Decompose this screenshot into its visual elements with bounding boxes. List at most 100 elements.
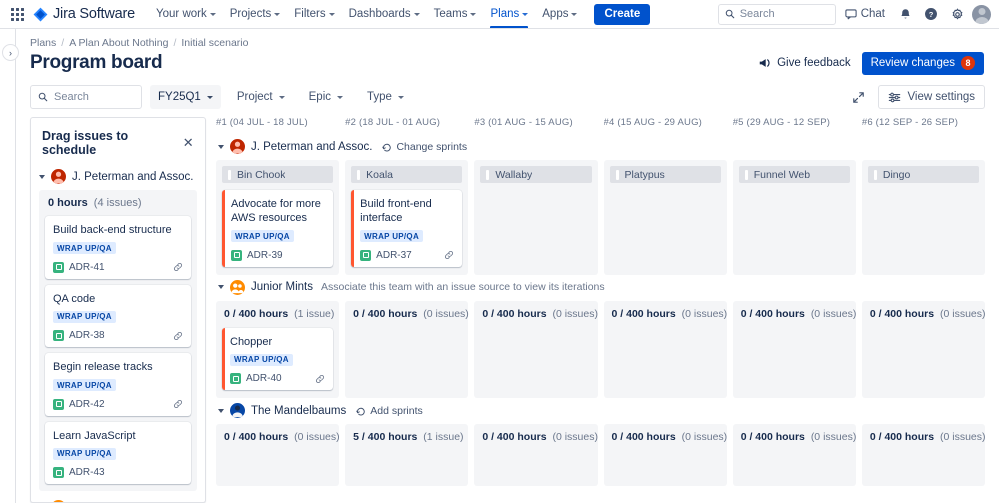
lane-column[interactable]: 5 / 400 hours (1 issue) — [345, 424, 469, 486]
link-icon[interactable] — [444, 250, 454, 260]
chat-icon — [845, 9, 857, 20]
user-avatar[interactable] — [972, 4, 991, 24]
sprint-pill[interactable]: Funnel Web — [738, 166, 850, 183]
chevron-down-icon — [413, 13, 420, 16]
program-board: #1 (04 JUL - 18 JUL) #2 (18 JUL - 01 AUG… — [206, 117, 985, 503]
page-title: Program board — [30, 52, 163, 73]
link-icon[interactable] — [315, 374, 325, 384]
sprint-pill[interactable]: Koala — [351, 166, 463, 183]
sidebar-expand-button[interactable]: › — [2, 44, 19, 61]
nav-apps[interactable]: Apps — [535, 0, 584, 28]
breadcrumb-plan-name[interactable]: A Plan About Nothing — [69, 37, 168, 49]
column-capacity: 0 / 400 hours (0 issues) — [868, 430, 985, 451]
issue-card[interactable]: Advocate for more AWS resources WRAP UP/… — [222, 190, 334, 267]
filter-project[interactable]: Project — [229, 85, 293, 109]
lane-column[interactable]: 0 / 400 hours (0 issues) — [216, 424, 340, 486]
create-button[interactable]: Create — [594, 3, 651, 25]
sprint-name: Koala — [366, 168, 394, 181]
issue-label-chip: WRAP UP/QA — [360, 230, 424, 242]
lane-column[interactable]: 0 / 400 hours (1 issue) Chopper WRAP UP/… — [216, 300, 340, 398]
lane-column[interactable]: 0 / 400 hours (0 issues) — [345, 300, 469, 398]
review-changes-button[interactable]: Review changes 8 — [861, 51, 984, 75]
lane-column[interactable]: 0 / 400 hours (0 issues) — [861, 424, 985, 486]
list-item[interactable]: Learn JavaScript WRAP UP/QA ADR-43 — [45, 421, 191, 484]
chevron-down-icon[interactable] — [218, 144, 224, 149]
give-feedback-button[interactable]: Give feedback — [758, 56, 851, 70]
link-icon[interactable] — [173, 399, 183, 409]
change-sprints-button[interactable]: Change sprints — [382, 141, 467, 153]
list-item[interactable]: Begin release tracks WRAP UP/QA ADR-42 — [45, 353, 191, 416]
link-icon[interactable] — [173, 331, 183, 341]
chevron-down-icon — [470, 13, 477, 16]
settings-gear-icon[interactable] — [946, 3, 968, 25]
help-icon[interactable]: ? — [920, 3, 942, 25]
breadcrumb-plans[interactable]: Plans — [30, 37, 56, 49]
chat-button[interactable]: Chat — [840, 8, 890, 20]
nav-dashboards[interactable]: Dashboards — [342, 0, 427, 28]
lane-column[interactable]: 0 / 400 hours (0 issues) — [603, 424, 727, 486]
filter-type[interactable]: Type — [359, 85, 412, 109]
jira-brand-logo[interactable]: Jira Software — [33, 6, 135, 22]
drag-panel-list[interactable]: J. Peterman and Assoc. 0 hours (4 issues… — [31, 165, 205, 502]
sprint-color-bar — [357, 169, 361, 180]
drag-panel-team-junior-mints[interactable]: Junior Mints — [31, 491, 205, 502]
chevron-down-icon — [209, 13, 216, 16]
issue-card[interactable]: Build front-end interface WRAP UP/QA ADR… — [351, 190, 463, 267]
fullscreen-icon[interactable] — [847, 86, 869, 108]
lane-column[interactable]: 0 / 400 hours (0 issues) — [732, 300, 856, 398]
chevron-down-icon[interactable] — [218, 408, 224, 413]
sprint-name: Bin Chook — [237, 168, 286, 181]
chevron-down-icon[interactable] — [39, 174, 45, 179]
lane-column[interactable]: 0 / 400 hours (0 issues) — [861, 300, 985, 398]
lane-column[interactable]: Bin Chook Advocate for more AWS resource… — [216, 160, 340, 275]
lane-column[interactable]: Platypus — [603, 160, 727, 275]
nav-your-work[interactable]: Your work — [149, 0, 223, 28]
nav-filters[interactable]: Filters — [287, 0, 341, 28]
issue-card[interactable]: Chopper WRAP UP/QA ADR-40 — [222, 327, 334, 390]
board-search-input[interactable]: Search — [30, 85, 142, 109]
link-icon[interactable] — [173, 262, 183, 272]
lane-column[interactable]: 0 / 400 hours (0 issues) — [732, 424, 856, 486]
list-item[interactable]: QA code WRAP UP/QA ADR-38 — [45, 284, 191, 347]
list-item[interactable]: Build back-end structure WRAP UP/QA ADR-… — [45, 216, 191, 279]
capacity-hours: 0 / 400 hours — [224, 307, 289, 320]
add-sprints-button[interactable]: Add sprints — [356, 405, 423, 417]
sprint-pill[interactable]: Bin Chook — [222, 166, 334, 183]
sprint-pill[interactable]: Platypus — [609, 166, 721, 183]
lane-column[interactable]: Koala Build front-end interface WRAP UP/… — [345, 160, 469, 275]
sprint-pill[interactable]: Dingo — [867, 166, 980, 183]
group-issue-count: (4 issues) — [93, 197, 142, 209]
lane-column[interactable]: Funnel Web — [732, 160, 856, 275]
lane-column[interactable]: 0 / 400 hours (0 issues) — [603, 300, 727, 398]
chevron-down-icon[interactable] — [218, 285, 224, 289]
column-capacity: 0 / 400 hours (1 issue) — [222, 307, 334, 328]
nav-teams[interactable]: Teams — [427, 0, 484, 28]
team-name: J. Peterman and Assoc. — [251, 140, 373, 153]
global-search-input[interactable]: Search — [717, 3, 836, 25]
filter-timeframe[interactable]: FY25Q1 — [150, 85, 221, 109]
drag-panel-team-peterman[interactable]: J. Peterman and Assoc. — [31, 165, 205, 190]
notifications-icon[interactable] — [894, 3, 916, 25]
breadcrumb-scenario[interactable]: Initial scenario — [181, 37, 248, 49]
filter-epic[interactable]: Epic — [301, 85, 351, 109]
drag-issues-panel: Drag issues to schedule ✕ J. Peterman an… — [30, 117, 206, 503]
nav-plans[interactable]: Plans — [483, 0, 535, 28]
lane-column[interactable]: 0 / 400 hours (0 issues) — [474, 424, 598, 486]
nav-label: Projects — [229, 8, 272, 20]
issue-key: ADR-42 — [69, 398, 105, 410]
app-switcher-icon[interactable] — [6, 3, 28, 25]
lane-column[interactable]: Dingo — [861, 160, 985, 275]
board-lanes[interactable]: J. Peterman and Assoc. Change sprints Bi… — [216, 134, 985, 503]
capacity-hours: 0 / 400 hours — [224, 431, 289, 443]
view-settings-button[interactable]: View settings — [878, 85, 985, 109]
lane-column[interactable]: Wallaby — [474, 160, 598, 275]
close-icon[interactable]: ✕ — [182, 136, 194, 149]
nav-label: Your work — [156, 8, 207, 20]
task-icon — [53, 398, 64, 410]
review-changes-badge: 8 — [961, 56, 975, 70]
capacity-issue-count: (0 issues) — [939, 431, 985, 443]
task-icon — [53, 467, 64, 478]
sprint-pill[interactable]: Wallaby — [480, 166, 592, 183]
lane-column[interactable]: 0 / 400 hours (0 issues) — [474, 300, 598, 398]
nav-projects[interactable]: Projects — [223, 0, 288, 28]
